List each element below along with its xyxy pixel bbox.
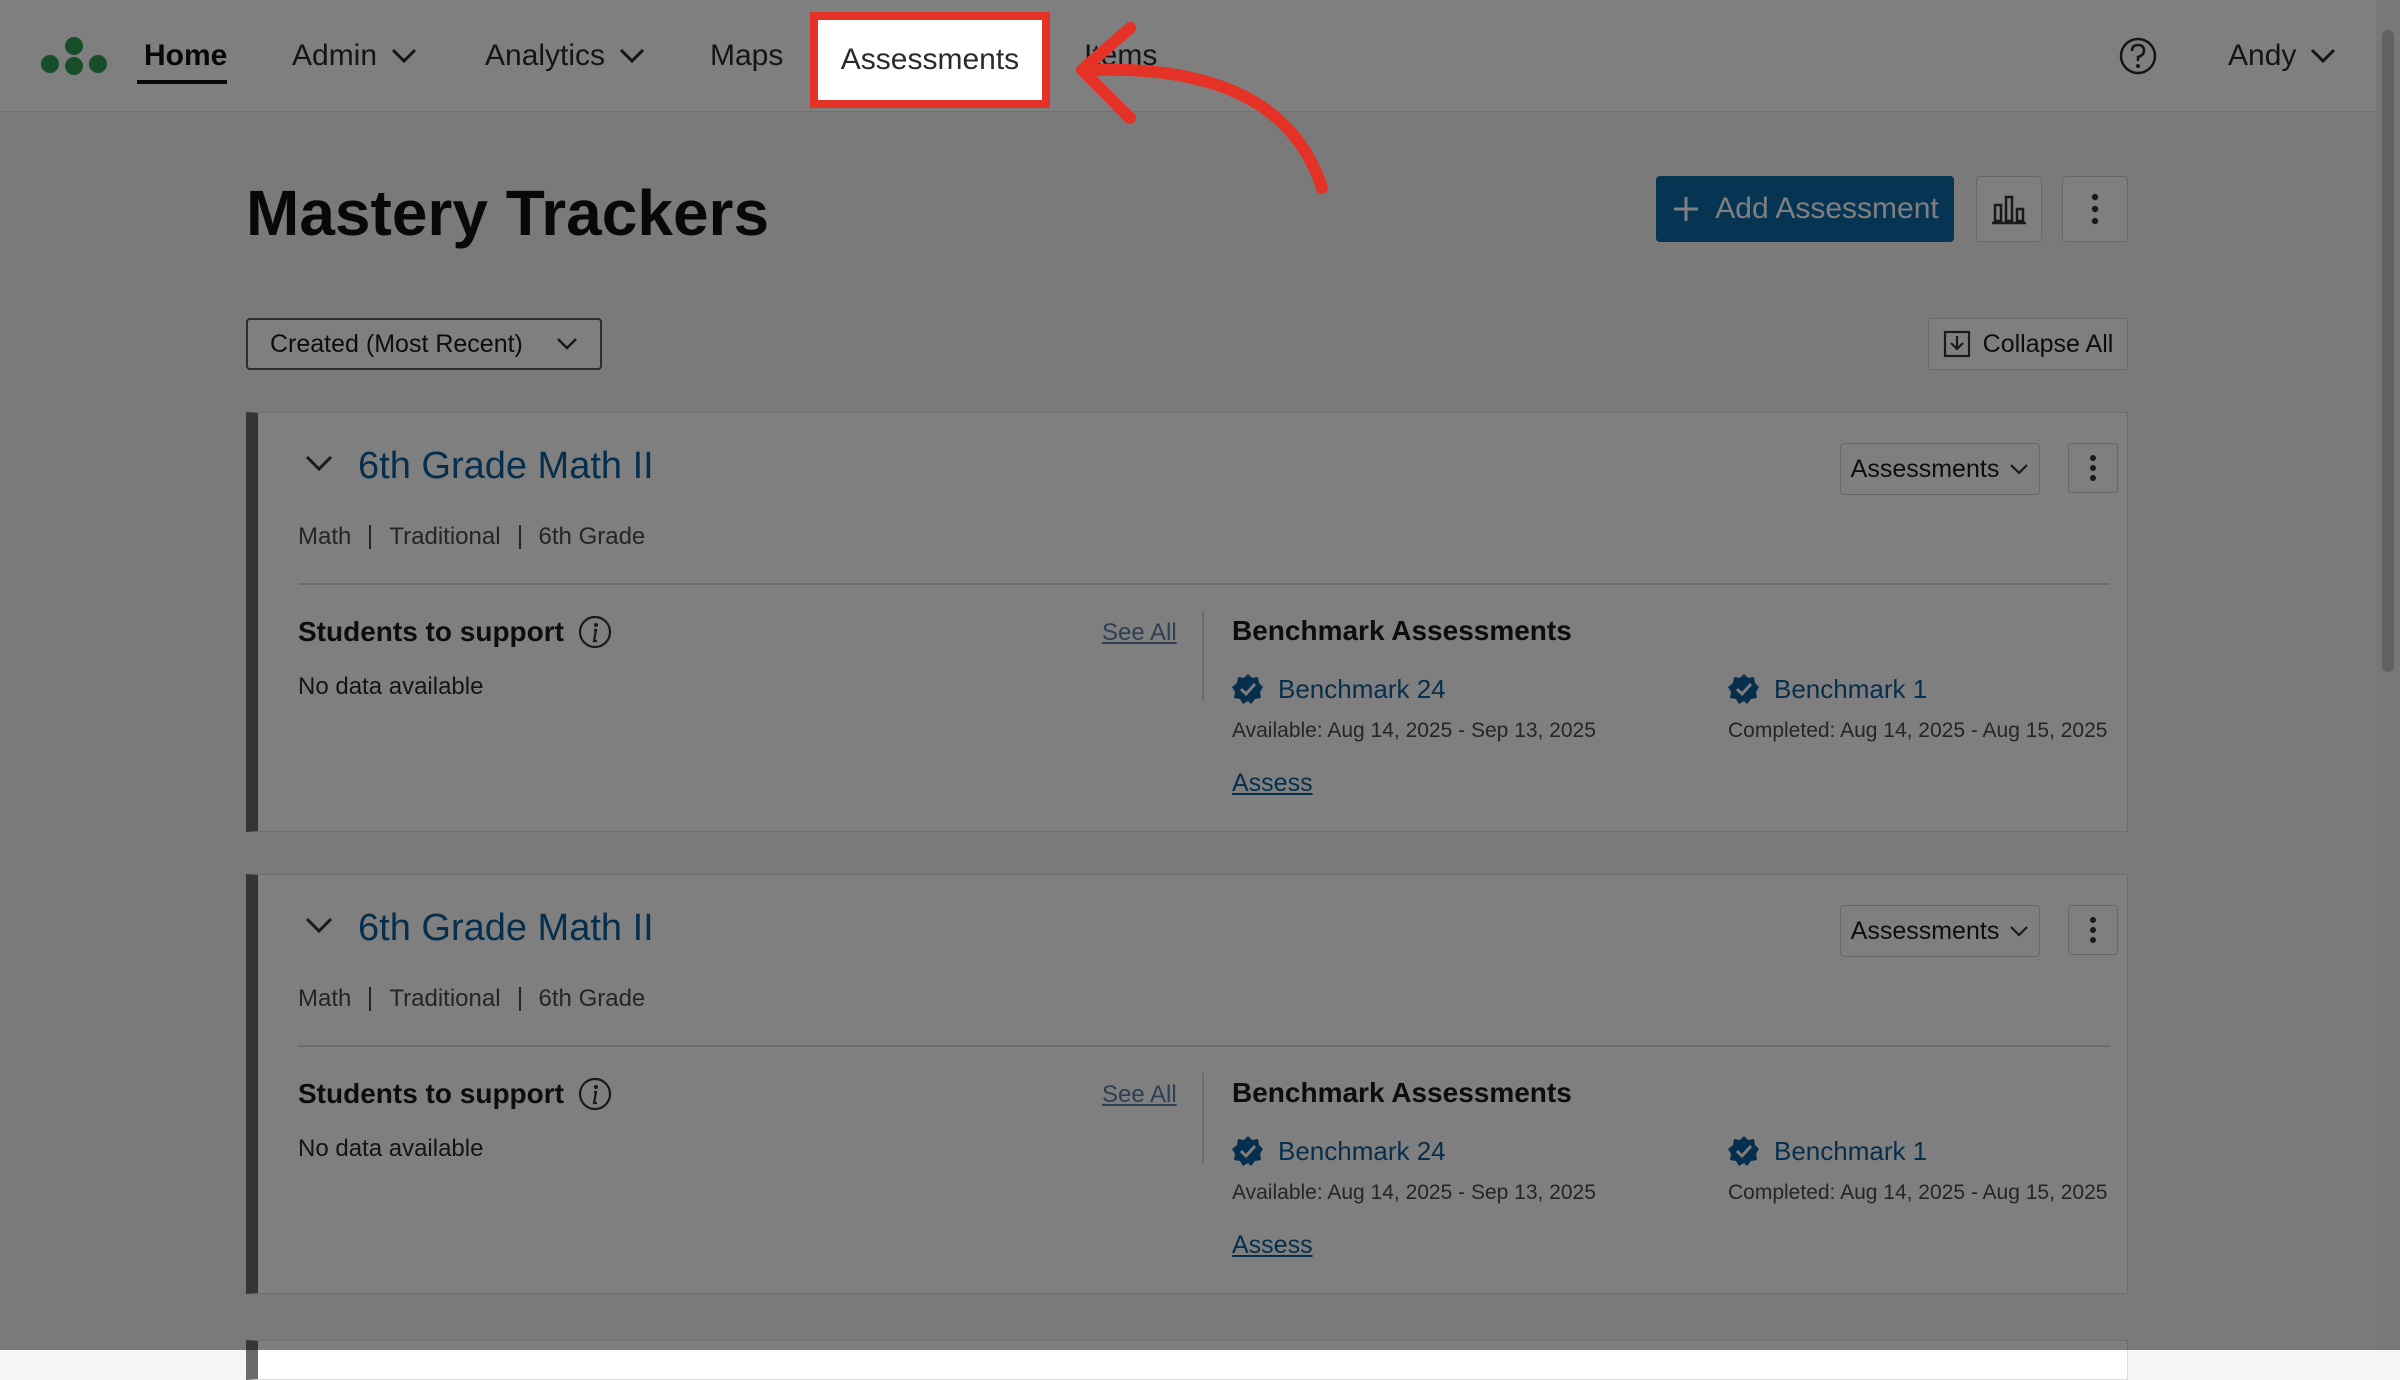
- view-select-value: Assessments: [1850, 916, 2000, 945]
- verified-badge-icon: [1232, 1136, 1263, 1166]
- nav-home[interactable]: Home: [144, 0, 227, 112]
- add-assessment-button[interactable]: Add Assessment: [1656, 176, 1954, 242]
- bar-chart-icon: [1992, 195, 2026, 225]
- students-to-support-heading: Students to support: [298, 615, 612, 649]
- kebab-icon: [2090, 917, 2096, 943]
- card-more-button[interactable]: [2068, 905, 2118, 955]
- meta-grade: 6th Grade: [538, 985, 646, 1012]
- verified-badge-icon: [1232, 674, 1263, 704]
- tracker-meta: Math Traditional 6th Grade: [298, 523, 645, 551]
- see-all-link[interactable]: See All: [1102, 619, 1177, 647]
- benchmark-dates: Completed: Aug 14, 2025 - Aug 15, 2025: [1728, 719, 2108, 742]
- scrollbar-thumb[interactable]: [2382, 30, 2394, 672]
- students-heading-label: Students to support: [298, 616, 564, 647]
- benchmark-assessments-heading: Benchmark Assessments: [1232, 1077, 1572, 1108]
- logo-icon[interactable]: [38, 34, 110, 78]
- info-icon[interactable]: [578, 615, 612, 649]
- divider: [518, 525, 521, 549]
- user-menu[interactable]: Andy: [2228, 0, 2336, 112]
- meta-subject: Math: [298, 985, 352, 1012]
- divider: [298, 583, 2110, 585]
- plus-icon: [1674, 197, 1699, 221]
- mastery-tracker-card: 6th Grade Math II Math Traditional 6th G…: [246, 874, 2128, 1294]
- verified-badge-icon: [1728, 674, 1759, 704]
- divider: [1202, 611, 1204, 701]
- benchmark-name: Benchmark 24: [1278, 673, 1446, 704]
- no-data-text: No data available: [298, 1135, 484, 1162]
- nav-home-active-indicator: [137, 80, 227, 84]
- sort-select-value: Created (Most Recent): [270, 329, 523, 358]
- assess-link[interactable]: Assess: [1232, 769, 1313, 798]
- arrow-icon: [1076, 22, 1328, 194]
- chevron-down-icon: [557, 338, 577, 350]
- benchmark-name: Benchmark 1: [1774, 673, 1928, 704]
- collapse-all-button[interactable]: Collapse All: [1928, 318, 2128, 370]
- page-title: Mastery Trackers: [246, 177, 770, 249]
- nav-maps[interactable]: Maps: [710, 0, 783, 112]
- chevron-down-icon: [2010, 926, 2029, 937]
- kebab-icon: [2090, 455, 2096, 481]
- info-icon[interactable]: [578, 1077, 612, 1111]
- benchmark-link[interactable]: Benchmark 1: [1728, 1135, 1927, 1167]
- nav-admin-label: Admin: [292, 39, 378, 72]
- tracker-meta: Math Traditional 6th Grade: [298, 985, 645, 1013]
- chevron-down-icon[interactable]: [304, 453, 334, 473]
- chevron-down-icon: [2010, 464, 2029, 475]
- nav-analytics[interactable]: Analytics: [485, 0, 645, 112]
- assess-link[interactable]: Assess: [1232, 1231, 1313, 1260]
- benchmark-name: Benchmark 24: [1278, 1135, 1446, 1166]
- divider: [369, 525, 372, 549]
- divider: [518, 987, 521, 1011]
- benchmark-link[interactable]: Benchmark 24: [1232, 1135, 1446, 1167]
- students-to-support-heading: Students to support: [298, 1077, 612, 1111]
- mastery-tracker-card-partial: [246, 1340, 2128, 1380]
- no-data-text: No data available: [298, 673, 484, 700]
- tracker-title[interactable]: 6th Grade Math II: [358, 445, 654, 488]
- kebab-icon: [2091, 193, 2099, 225]
- benchmark-dates: Available: Aug 14, 2025 - Sep 13, 2025: [1232, 1181, 1596, 1204]
- students-heading-label: Students to support: [298, 1078, 564, 1109]
- help-icon[interactable]: [2118, 36, 2158, 76]
- view-select-value: Assessments: [1850, 454, 2000, 483]
- see-all-link[interactable]: See All: [1102, 1081, 1177, 1109]
- chart-view-button[interactable]: [1976, 176, 2042, 242]
- chevron-down-icon: [391, 48, 417, 64]
- mastery-tracker-card: 6th Grade Math II Math Traditional 6th G…: [246, 412, 2128, 832]
- benchmark-link[interactable]: Benchmark 24: [1232, 673, 1446, 705]
- sort-select[interactable]: Created (Most Recent): [246, 318, 602, 370]
- benchmark-dates: Available: Aug 14, 2025 - Sep 13, 2025: [1232, 719, 1596, 742]
- tracker-title[interactable]: 6th Grade Math II: [358, 907, 654, 950]
- divider: [298, 1045, 2110, 1047]
- nav-admin[interactable]: Admin: [292, 0, 417, 112]
- divider: [369, 987, 372, 1011]
- chevron-down-icon: [619, 48, 645, 64]
- chevron-down-icon: [2311, 48, 2336, 64]
- user-name: Andy: [2228, 39, 2297, 72]
- meta-type: Traditional: [389, 985, 501, 1012]
- nav-assessments-label: Assessments: [840, 43, 1020, 76]
- verified-badge-icon: [1728, 1136, 1759, 1166]
- benchmark-assessments-heading: Benchmark Assessments: [1232, 615, 1572, 646]
- nav-analytics-label: Analytics: [485, 39, 606, 72]
- meta-subject: Math: [298, 523, 352, 550]
- add-assessment-label: Add Assessment: [1715, 192, 1939, 225]
- benchmark-link[interactable]: Benchmark 1: [1728, 673, 1927, 705]
- collapse-icon: [1943, 330, 1970, 358]
- meta-type: Traditional: [389, 523, 501, 550]
- view-select[interactable]: Assessments: [1840, 443, 2040, 495]
- card-more-button[interactable]: [2068, 443, 2118, 493]
- nav-assessments[interactable]: Assessments: [810, 12, 1050, 108]
- benchmark-name: Benchmark 1: [1774, 1135, 1928, 1166]
- divider: [1202, 1073, 1204, 1163]
- collapse-all-label: Collapse All: [1982, 329, 2114, 358]
- chevron-down-icon[interactable]: [304, 915, 334, 935]
- nav-home-label: Home: [144, 39, 228, 72]
- meta-grade: 6th Grade: [538, 523, 646, 550]
- page-more-button[interactable]: [2062, 176, 2128, 242]
- view-select[interactable]: Assessments: [1840, 905, 2040, 957]
- benchmark-dates: Completed: Aug 14, 2025 - Aug 15, 2025: [1728, 1181, 2108, 1204]
- nav-maps-label: Maps: [710, 39, 784, 72]
